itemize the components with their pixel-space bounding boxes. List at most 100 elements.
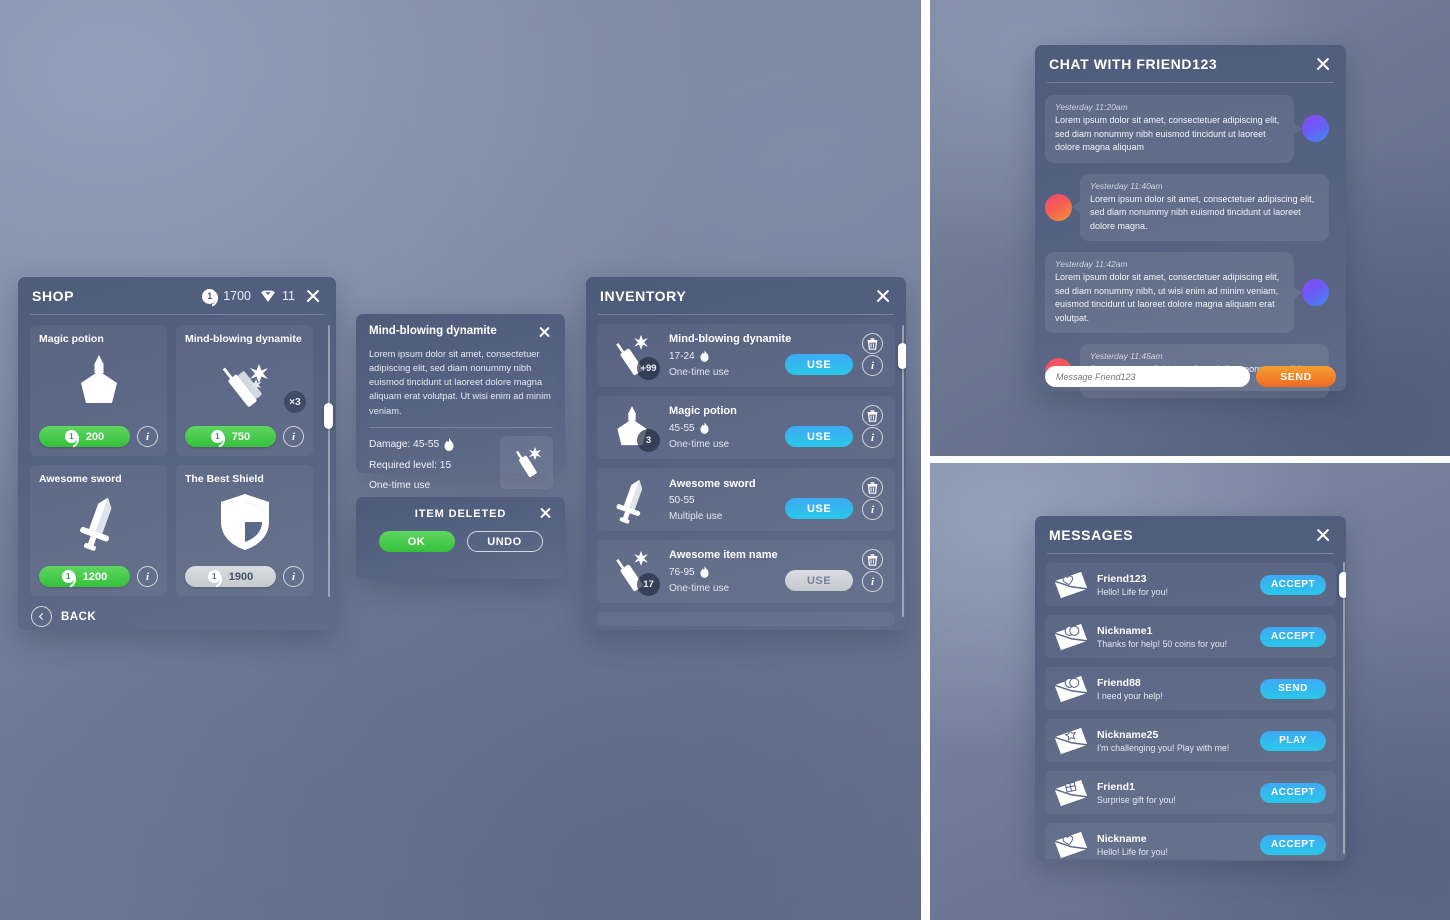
shop-item-card[interactable]: Magic potion 1 200 i	[30, 325, 167, 456]
info-icon[interactable]: i	[862, 355, 883, 376]
shop-scrollbar[interactable]	[324, 325, 333, 597]
buy-button[interactable]: 1 1900	[185, 566, 276, 587]
inventory-item-damage: 50-55	[669, 495, 885, 506]
item-deleted-title: ITEM DELETED	[414, 508, 507, 520]
flame-icon	[700, 566, 709, 578]
send-button[interactable]: SEND	[1256, 366, 1336, 387]
ok-button[interactable]: OK	[378, 531, 455, 552]
inventory-row-partial[interactable]	[597, 612, 895, 626]
shop-item-footer: 1 1900 i	[185, 566, 304, 587]
chat-message: Yesterday 11:20am Lorem ipsum dolor sit …	[1045, 95, 1336, 163]
item-damage-label: Damage: 45-55	[369, 438, 440, 450]
avatar[interactable]	[1045, 193, 1072, 221]
inventory-damage-value: 17-24	[669, 350, 695, 362]
trash-icon[interactable]	[862, 477, 883, 498]
trash-icon[interactable]	[862, 333, 883, 354]
flame-icon	[700, 422, 709, 434]
buy-button[interactable]: 1 750	[185, 426, 276, 447]
close-icon[interactable]	[1314, 526, 1332, 544]
message-row[interactable]: Friend88 I need your help! SEND	[1045, 667, 1336, 710]
scrollbar-track	[1342, 562, 1345, 854]
message-action-button[interactable]: PLAY	[1260, 730, 1326, 751]
inventory-title: INVENTORY	[600, 288, 687, 304]
message-row-text: Nickname25 I'm challenging you! Play wit…	[1097, 729, 1260, 753]
message-row[interactable]: Nickname25 I'm challenging you! Play wit…	[1045, 719, 1336, 762]
info-icon[interactable]: i	[862, 427, 883, 448]
info-icon[interactable]: i	[137, 566, 158, 587]
shop-item-card[interactable]: Mind-blowing dynamite ×3 1 750 i	[176, 325, 313, 456]
close-icon[interactable]	[304, 287, 322, 305]
gem-balance: 11	[260, 289, 295, 303]
message-row[interactable]: Nickname1 Thanks for help! 50 coins for …	[1045, 615, 1336, 658]
buy-button[interactable]: 1 1200	[39, 566, 130, 587]
inventory-row-actions: i	[862, 333, 885, 378]
close-icon[interactable]	[874, 287, 892, 305]
avatar[interactable]	[1302, 115, 1329, 143]
item-deleted-header: ITEM DELETED	[356, 497, 565, 531]
scrollbar-thumb[interactable]	[324, 403, 333, 429]
use-button[interactable]: USE	[785, 426, 853, 447]
item-detail-description: Lorem ipsum dolor sit amet, consectetuer…	[369, 349, 551, 416]
scrollbar-thumb[interactable]	[898, 343, 906, 369]
info-icon[interactable]: i	[283, 426, 304, 447]
flame-icon	[444, 437, 454, 451]
inventory-row[interactable]: Awesome sword 50-55 Multiple use USE i	[597, 468, 895, 531]
inventory-item-name: Mind-blowing dynamite	[669, 333, 792, 345]
message-sender: Friend1	[1097, 780, 1135, 793]
message-row[interactable]: Nickname Hello! Life for you! ACCEPT	[1045, 823, 1336, 859]
chat-panel: CHAT WITH FRIEND123 Yesterday 11:20am Lo…	[1035, 45, 1346, 398]
shop-item-card[interactable]: Awesome sword 1 1200 i	[30, 465, 167, 596]
chat-text: Lorem ipsum dolor sit amet, consectetuer…	[1055, 115, 1280, 152]
close-icon[interactable]	[538, 325, 552, 339]
scrollbar-thumb[interactable]	[1339, 572, 1346, 598]
shop-item-name: Magic potion	[39, 333, 104, 345]
use-button[interactable]: USE	[785, 498, 853, 519]
shop-item-footer: 1 1200 i	[39, 566, 158, 587]
envelope-heart-icon	[1054, 831, 1088, 858]
inventory-item-damage: 45-55	[669, 422, 885, 434]
trash-icon[interactable]	[862, 549, 883, 570]
message-row[interactable]: Friend123 Hello! Life for you! ACCEPT	[1045, 563, 1336, 606]
info-icon[interactable]: i	[137, 426, 158, 447]
inventory-row[interactable]: 17 Awesome item name 76-95 One-time use …	[597, 540, 895, 603]
buy-button[interactable]: 1 200	[39, 426, 130, 447]
info-icon[interactable]: i	[862, 499, 883, 520]
inventory-scrollbar[interactable]	[898, 325, 906, 617]
undo-button[interactable]: UNDO	[466, 531, 543, 552]
avatar[interactable]	[1302, 279, 1329, 306]
inventory-item-usetype: One-time use	[669, 367, 730, 378]
message-action-button[interactable]: ACCEPT	[1260, 574, 1326, 595]
sword-icon	[39, 487, 158, 557]
use-button[interactable]: USE	[785, 570, 853, 591]
info-icon[interactable]: i	[283, 566, 304, 587]
message-row-text: Nickname1 Thanks for help! 50 coins for …	[1097, 625, 1260, 649]
messages-panel: MESSAGES Friend123 Hello! Life for you!	[1035, 516, 1346, 861]
message-sender: Nickname25	[1097, 728, 1159, 741]
item-deleted-dialog: ITEM DELETED OK UNDO	[356, 497, 565, 579]
back-button[interactable]: BACK	[31, 606, 324, 627]
inventory-row[interactable]: 3 Magic potion 45-55 One-time use USE i	[597, 396, 895, 459]
message-preview: Surprise gift for you!	[1097, 794, 1176, 805]
use-button[interactable]: USE	[785, 354, 853, 375]
messages-scrollbar[interactable]	[1339, 562, 1346, 854]
message-action-button[interactable]: ACCEPT	[1260, 782, 1326, 803]
close-icon[interactable]	[539, 506, 553, 520]
message-row-text: Nickname Hello! Life for you!	[1097, 833, 1260, 857]
message-action-button[interactable]: ACCEPT	[1260, 626, 1326, 647]
trash-icon[interactable]	[862, 405, 883, 426]
inventory-row[interactable]: +99 Mind-blowing dynamite 17-24 One-time…	[597, 324, 895, 387]
message-row[interactable]: Friend1 Surprise gift for you! ACCEPT	[1045, 771, 1336, 814]
message-action-button[interactable]: ACCEPT	[1260, 834, 1326, 855]
message-input[interactable]	[1045, 366, 1250, 387]
item-detail-header: Mind-blowing dynamite	[356, 314, 565, 339]
message-action-button[interactable]: SEND	[1260, 678, 1326, 699]
shop-item-grid: Magic potion 1 200 i Mind-blowing dynami…	[30, 325, 313, 596]
shop-item-card[interactable]: The Best Shield 1 1900 i	[176, 465, 313, 596]
chat-composer: SEND	[1045, 366, 1336, 387]
message-preview: Thanks for help! 50 coins for you!	[1097, 638, 1228, 649]
close-icon[interactable]	[1314, 55, 1332, 73]
gem-icon	[261, 290, 276, 302]
shop-item-name: The Best Shield	[185, 473, 264, 485]
info-icon[interactable]: i	[862, 571, 883, 592]
back-label: BACK	[61, 610, 97, 623]
